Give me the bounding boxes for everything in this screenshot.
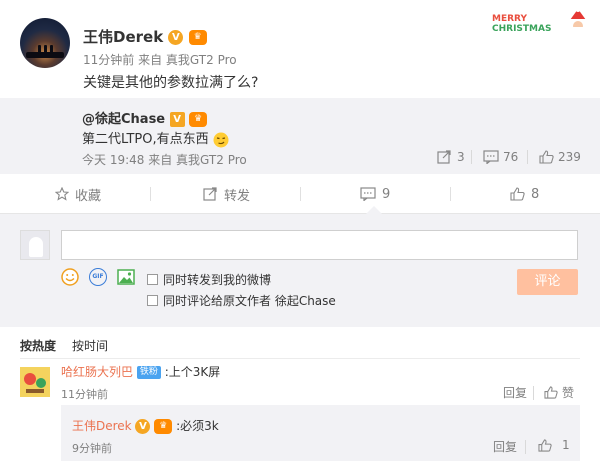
reply-reply-button[interactable]: 回复 (493, 438, 517, 455)
weibo-card: 王伟Derek V ♛ 11分钟前 来自 真我GT2 Pro 关键是其他的参数拉… (0, 0, 600, 461)
vip-badge-icon: ♛ (154, 419, 173, 434)
comment-reply-button[interactable]: 回复 (503, 384, 527, 401)
christmas-decoration: MERRY CHRISTMAS (492, 6, 592, 42)
favorite-button[interactable]: 收藏 (55, 174, 101, 214)
author-name[interactable]: 王伟Derek (83, 28, 163, 46)
comment-author-checkbox[interactable] (147, 295, 158, 306)
thumbs-up-icon (510, 187, 525, 201)
like-button[interactable]: 8 (510, 174, 539, 214)
reply-like-button[interactable]: 1 (538, 438, 570, 452)
forward-icon (437, 150, 451, 164)
option-forward-to-my-weibo[interactable]: 同时转发到我的微博 (147, 271, 271, 288)
post-meta: 11分钟前 来自 真我GT2 Pro (83, 51, 237, 68)
composer-tools: GIF (61, 268, 135, 286)
comment-input[interactable] (61, 230, 578, 260)
forward-checkbox[interactable] (147, 274, 158, 285)
repost-meta: 今天 19:48 来自 真我GT2 Pro (82, 151, 247, 168)
image-icon[interactable] (117, 269, 135, 285)
author-line: 王伟Derek V ♛ (83, 26, 207, 47)
star-icon (55, 187, 69, 201)
reply-time: 9分钟前 (72, 442, 112, 455)
option-comment-to-author[interactable]: 同时评论给原文作者 徐起Chase (147, 292, 336, 309)
repost-text: 第二代LTPO,有点东西 (82, 132, 209, 147)
repost-like-stat[interactable]: 239 (539, 150, 581, 164)
forward-icon (203, 187, 217, 201)
thumbs-up-icon (544, 386, 558, 399)
comment-text: :上个3K屏 (164, 365, 221, 379)
verified-v-icon: V (168, 30, 184, 45)
santa-icon (569, 8, 587, 33)
action-bar: 收藏 转发 9 8 (0, 174, 600, 214)
vip-badge-icon: ♛ (188, 30, 207, 45)
reply-text: :必须3k (176, 419, 219, 433)
fan-badge: 铁粉 (136, 366, 161, 379)
repost-time[interactable]: 今天 19:48 (82, 153, 144, 167)
repost-author-line: @徐起Chase V ♛ (82, 108, 208, 127)
christmas-text: MERRY CHRISTMAS (492, 14, 552, 34)
repost-comment-stat[interactable]: 76 (483, 150, 518, 164)
repost-forward-stat[interactable]: 3 (437, 150, 465, 164)
verified-v-icon: V (169, 112, 185, 127)
repost-text-line: 第二代LTPO,有点东西 (82, 128, 229, 148)
author-avatar[interactable] (20, 18, 70, 68)
thumbs-up-icon (539, 150, 554, 164)
emoji-icon[interactable] (61, 268, 79, 286)
repost-author[interactable]: @徐起Chase (82, 112, 165, 127)
verified-v-icon: V (135, 419, 151, 434)
thumbs-up-icon (538, 438, 552, 452)
vip-badge-icon: ♛ (189, 112, 208, 127)
commenter-avatar[interactable] (20, 367, 50, 397)
commenter-name[interactable]: 哈红肠大列巴 (61, 365, 133, 379)
comment-time: 11分钟前 (61, 388, 108, 401)
post-source: 来自 真我GT2 Pro (138, 53, 237, 67)
my-avatar[interactable] (20, 230, 50, 260)
post-time[interactable]: 11分钟前 (83, 53, 134, 67)
reply-author[interactable]: 王伟Derek (72, 419, 132, 433)
post-text: 关键是其他的参数拉满了么? (83, 75, 259, 91)
forward-button[interactable]: 转发 (203, 174, 250, 214)
composer-caret (366, 206, 382, 214)
comment-icon (483, 150, 499, 164)
gif-icon[interactable]: GIF (89, 268, 107, 286)
comment-icon (360, 187, 376, 201)
comment-like-button[interactable]: 赞 (544, 384, 574, 401)
repost-source: 来自 真我GT2 Pro (148, 153, 247, 167)
reply-line: 王伟Derek V ♛ :必须3k (72, 417, 219, 434)
tab-by-time[interactable]: 按时间 (72, 337, 108, 354)
tab-by-popularity[interactable]: 按热度 (20, 337, 56, 354)
divider (20, 358, 580, 359)
comment-submit-button[interactable]: 评论 (517, 269, 578, 295)
smirk-emoji-icon (213, 132, 229, 147)
sort-tabs: 按热度 按时间 (20, 337, 108, 354)
comment-line: 哈红肠大列巴 铁粉 :上个3K屏 (61, 363, 220, 380)
